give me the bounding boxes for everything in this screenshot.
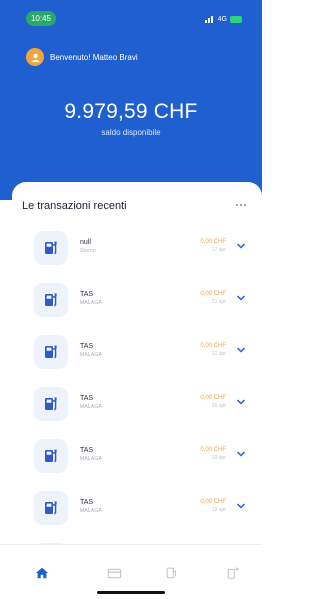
nav-fuel[interactable] <box>164 565 180 581</box>
avatar[interactable] <box>26 48 44 66</box>
nav-home[interactable] <box>34 565 50 581</box>
transaction-date: 20 apr <box>211 403 226 409</box>
transaction-subtitle: MALAGA <box>80 508 103 514</box>
transaction-amount: 0,00 CHF <box>200 343 226 349</box>
chevron-down-icon[interactable] <box>236 502 246 510</box>
transaction-row[interactable]: null0,00 CHF <box>20 537 254 544</box>
home-indicator <box>97 591 165 594</box>
transaction-icon <box>34 335 68 369</box>
transaction-row[interactable]: TAS MALAGA 0,00 CHF 21 apr <box>20 277 254 323</box>
transaction-subtitle: MALAGA <box>80 404 103 410</box>
transaction-row[interactable]: TAS MALAGA 0,00 CHF 19 apr <box>20 485 254 531</box>
network-label: 4G <box>217 15 227 23</box>
transaction-row[interactable]: TAS MALAGA 0,00 CHF 19 apr <box>20 433 254 479</box>
transaction-subtitle: MALAGA <box>80 456 103 462</box>
fuel-plus-icon <box>227 567 239 579</box>
fuel-pump-icon <box>45 241 57 255</box>
transaction-subtitle: Storno <box>80 248 96 254</box>
transaction-date: 17 apr <box>211 247 226 253</box>
fuel-pump-icon <box>45 293 57 307</box>
balance-label: saldo disponibile <box>101 128 161 137</box>
transaction-amount: 0,00 CHF <box>200 239 226 245</box>
nav-fuel-add[interactable] <box>225 565 241 581</box>
transaction-row[interactable]: TAS MALAGA 0,00 CHF 21 apr <box>20 329 254 375</box>
chevron-down-icon[interactable] <box>236 450 246 458</box>
chevron-down-icon[interactable] <box>236 294 246 302</box>
transaction-row[interactable]: TAS MALAGA 0,00 CHF 20 apr <box>20 381 254 427</box>
transaction-date: 19 apr <box>211 455 226 461</box>
chevron-down-icon[interactable] <box>236 242 246 250</box>
transaction-title: null <box>80 239 91 246</box>
nav-cards[interactable] <box>106 565 122 581</box>
transaction-subtitle: MALAGA <box>80 352 103 358</box>
transaction-icon <box>34 439 68 473</box>
app-screen: 10:45 4G Benvenuto! Matteo Bravi 9.979,5… <box>0 0 262 599</box>
fuel-pump-icon <box>45 449 57 463</box>
card-icon <box>107 568 121 578</box>
transaction-title: TAS <box>80 291 94 298</box>
welcome-text: Benvenuto! Matteo Bravi <box>50 52 138 62</box>
battery-icon <box>230 15 242 23</box>
fuel-pump-icon <box>45 345 57 359</box>
transaction-icon <box>34 491 68 525</box>
more-options-icon[interactable] <box>236 202 250 208</box>
status-indicators: 4G <box>204 13 242 25</box>
transaction-icon <box>34 283 68 317</box>
transaction-subtitle: MALAGA <box>80 300 103 306</box>
fuel-pump-icon <box>45 397 57 411</box>
transaction-row[interactable]: null Storno 0,00 CHF 17 apr <box>20 225 254 271</box>
transaction-title: TAS <box>80 447 94 454</box>
transaction-amount: 0,00 CHF <box>200 395 226 401</box>
transaction-amount: 0,00 CHF <box>200 499 226 505</box>
fuel-icon <box>166 567 177 579</box>
user-icon <box>31 53 39 62</box>
bottom-navigation <box>0 544 262 599</box>
transaction-date: 19 apr <box>211 507 226 513</box>
recent-transactions-card: Le transazioni recenti null Storno 0,00 CH… <box>12 182 262 544</box>
status-bar: 10:45 4G <box>0 0 262 30</box>
signal-icon <box>204 15 215 23</box>
transaction-amount: 0,00 CHF <box>200 447 226 453</box>
home-icon <box>35 567 49 579</box>
chevron-down-icon[interactable] <box>236 346 246 354</box>
welcome-row: Benvenuto! Matteo Bravi <box>26 47 138 67</box>
section-title: Le transazioni recenti <box>22 200 127 212</box>
transaction-amount: 0,00 CHF <box>200 291 226 297</box>
balance-amount: 9.979,59 CHF <box>64 100 198 123</box>
transaction-title: TAS <box>80 395 94 402</box>
transaction-title: TAS <box>80 343 94 350</box>
status-time: 10:45 <box>26 11 56 26</box>
transaction-title: TAS <box>80 499 94 506</box>
fuel-pump-icon <box>45 501 57 515</box>
transaction-icon <box>34 231 68 265</box>
balance-header: 10:45 4G Benvenuto! Matteo Bravi 9.979,5… <box>0 0 262 200</box>
transaction-date: 21 apr <box>211 351 226 357</box>
transaction-date: 21 apr <box>211 299 226 305</box>
transaction-icon <box>34 387 68 421</box>
chevron-down-icon[interactable] <box>236 398 246 406</box>
